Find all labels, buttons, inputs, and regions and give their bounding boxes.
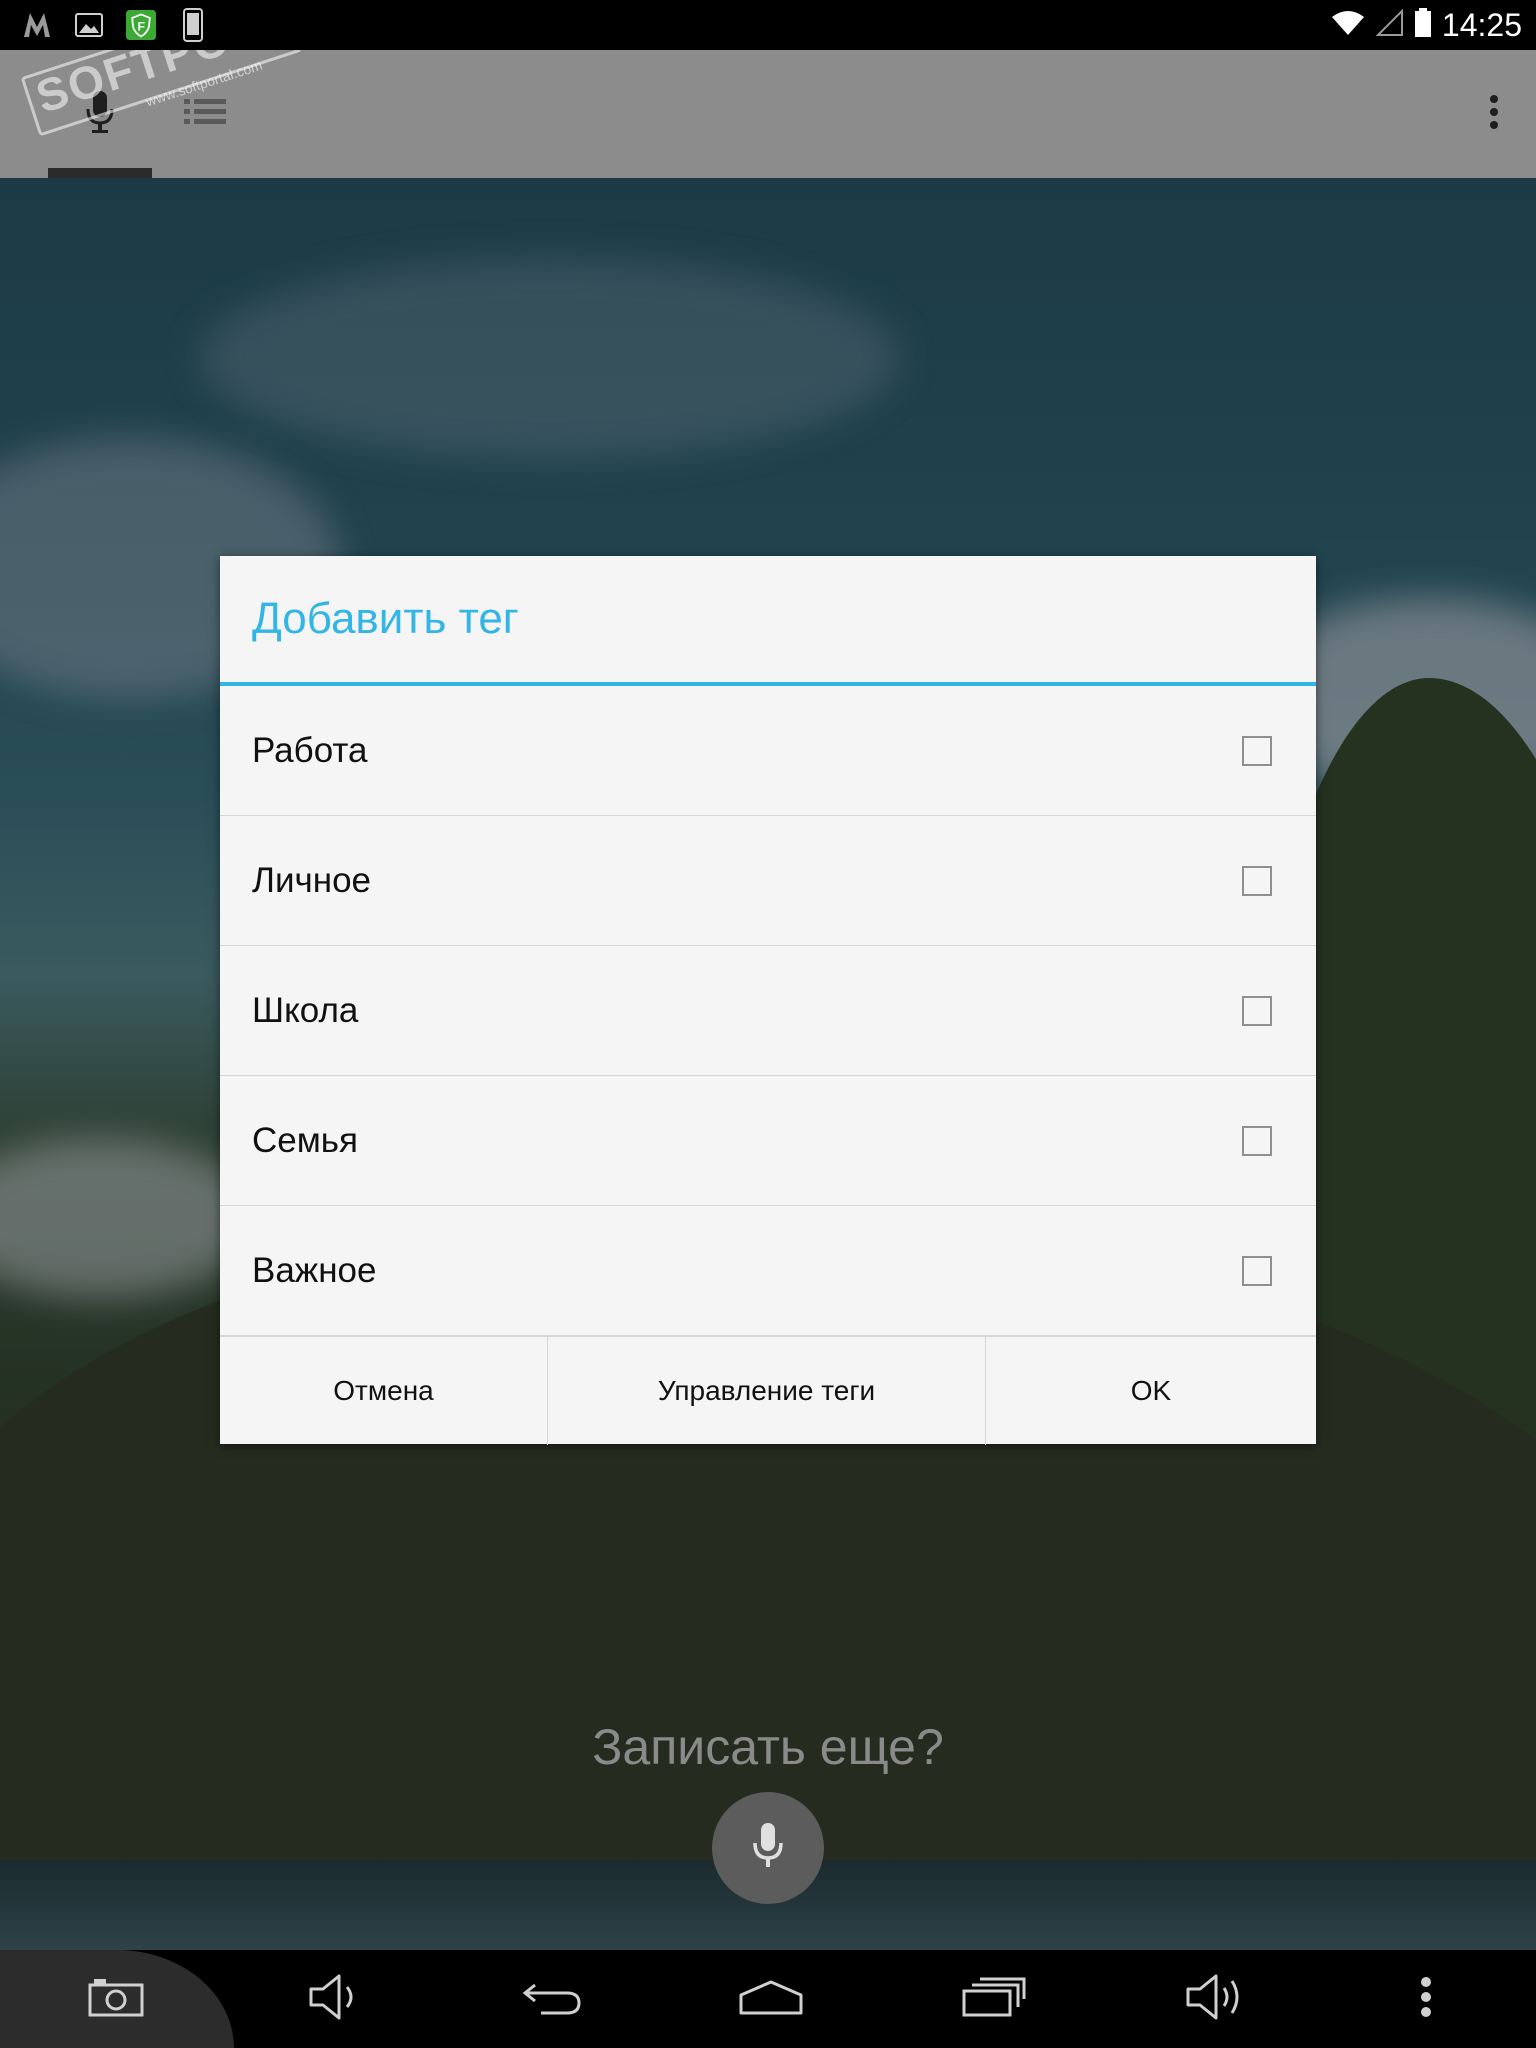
tag-label: Семья	[252, 1120, 358, 1160]
tab-indicator	[48, 168, 152, 178]
back-icon	[521, 1979, 583, 2020]
clock: 14:25	[1441, 6, 1522, 43]
recents-icon	[962, 1977, 1026, 2022]
system-icons: 14:25	[1330, 0, 1522, 50]
overflow-menu-button[interactable]	[1472, 84, 1516, 144]
battery-icon	[1414, 7, 1432, 43]
volume-up-button[interactable]	[1166, 1950, 1266, 2048]
security-shield-icon: F	[126, 9, 156, 41]
svg-text:F: F	[137, 19, 145, 33]
manage-tags-button[interactable]: Управление теги	[548, 1337, 986, 1445]
tag-checkbox[interactable]	[1242, 865, 1272, 896]
tag-checkbox[interactable]	[1242, 995, 1272, 1026]
tag-row-school[interactable]: Школа	[220, 946, 1316, 1076]
tag-row-family[interactable]: Семья	[220, 1076, 1316, 1206]
tag-label: Работа	[252, 730, 368, 770]
tag-row-work[interactable]: Работа	[220, 686, 1316, 816]
overflow-menu-icon	[1489, 94, 1499, 135]
volume-down-icon	[307, 1973, 361, 2026]
mic-icon	[751, 1821, 785, 1876]
status-bar: F 14:25	[0, 0, 1536, 50]
volume-down-button[interactable]	[284, 1950, 384, 2048]
add-tag-dialog: Добавить тег Работа Личное Школа Семья В…	[220, 556, 1316, 1445]
navigation-bar	[0, 1950, 1536, 2048]
phone-icon	[178, 8, 208, 42]
tag-checkbox[interactable]	[1242, 1255, 1272, 1286]
record-button[interactable]	[712, 1792, 824, 1904]
cloud-shape	[200, 258, 900, 458]
recents-button[interactable]	[944, 1950, 1044, 2048]
dialog-title: Добавить тег	[220, 556, 1316, 686]
home-icon	[737, 1979, 805, 2020]
screenshot-button[interactable]	[66, 1950, 166, 2048]
tag-label: Важное	[252, 1250, 377, 1290]
notification-icons: F	[22, 6, 208, 44]
gallery-icon	[74, 9, 104, 41]
volume-up-icon	[1184, 1972, 1248, 2027]
cancel-button[interactable]: Отмена	[220, 1337, 548, 1445]
dialog-button-bar: Отмена Управление теги OK	[220, 1336, 1316, 1445]
back-button[interactable]	[502, 1950, 602, 2048]
list-icon	[184, 97, 226, 132]
tag-checkbox[interactable]	[1242, 1125, 1272, 1156]
tag-checkbox[interactable]	[1242, 735, 1272, 766]
home-button[interactable]	[721, 1950, 821, 2048]
tag-row-personal[interactable]: Личное	[220, 816, 1316, 946]
tag-label: Личное	[252, 860, 372, 900]
nav-overflow-icon	[1420, 1976, 1432, 2023]
m-icon	[22, 9, 52, 41]
screenshot-icon	[88, 1977, 144, 2022]
signal-icon	[1375, 8, 1404, 42]
record-again-label: Записать еще?	[592, 1719, 944, 1775]
ok-button[interactable]: OK	[986, 1337, 1316, 1445]
tag-row-important[interactable]: Важное	[220, 1206, 1316, 1336]
nav-overflow-button[interactable]	[1376, 1950, 1476, 2048]
tag-label: Школа	[252, 990, 359, 1030]
wifi-icon	[1330, 9, 1366, 42]
